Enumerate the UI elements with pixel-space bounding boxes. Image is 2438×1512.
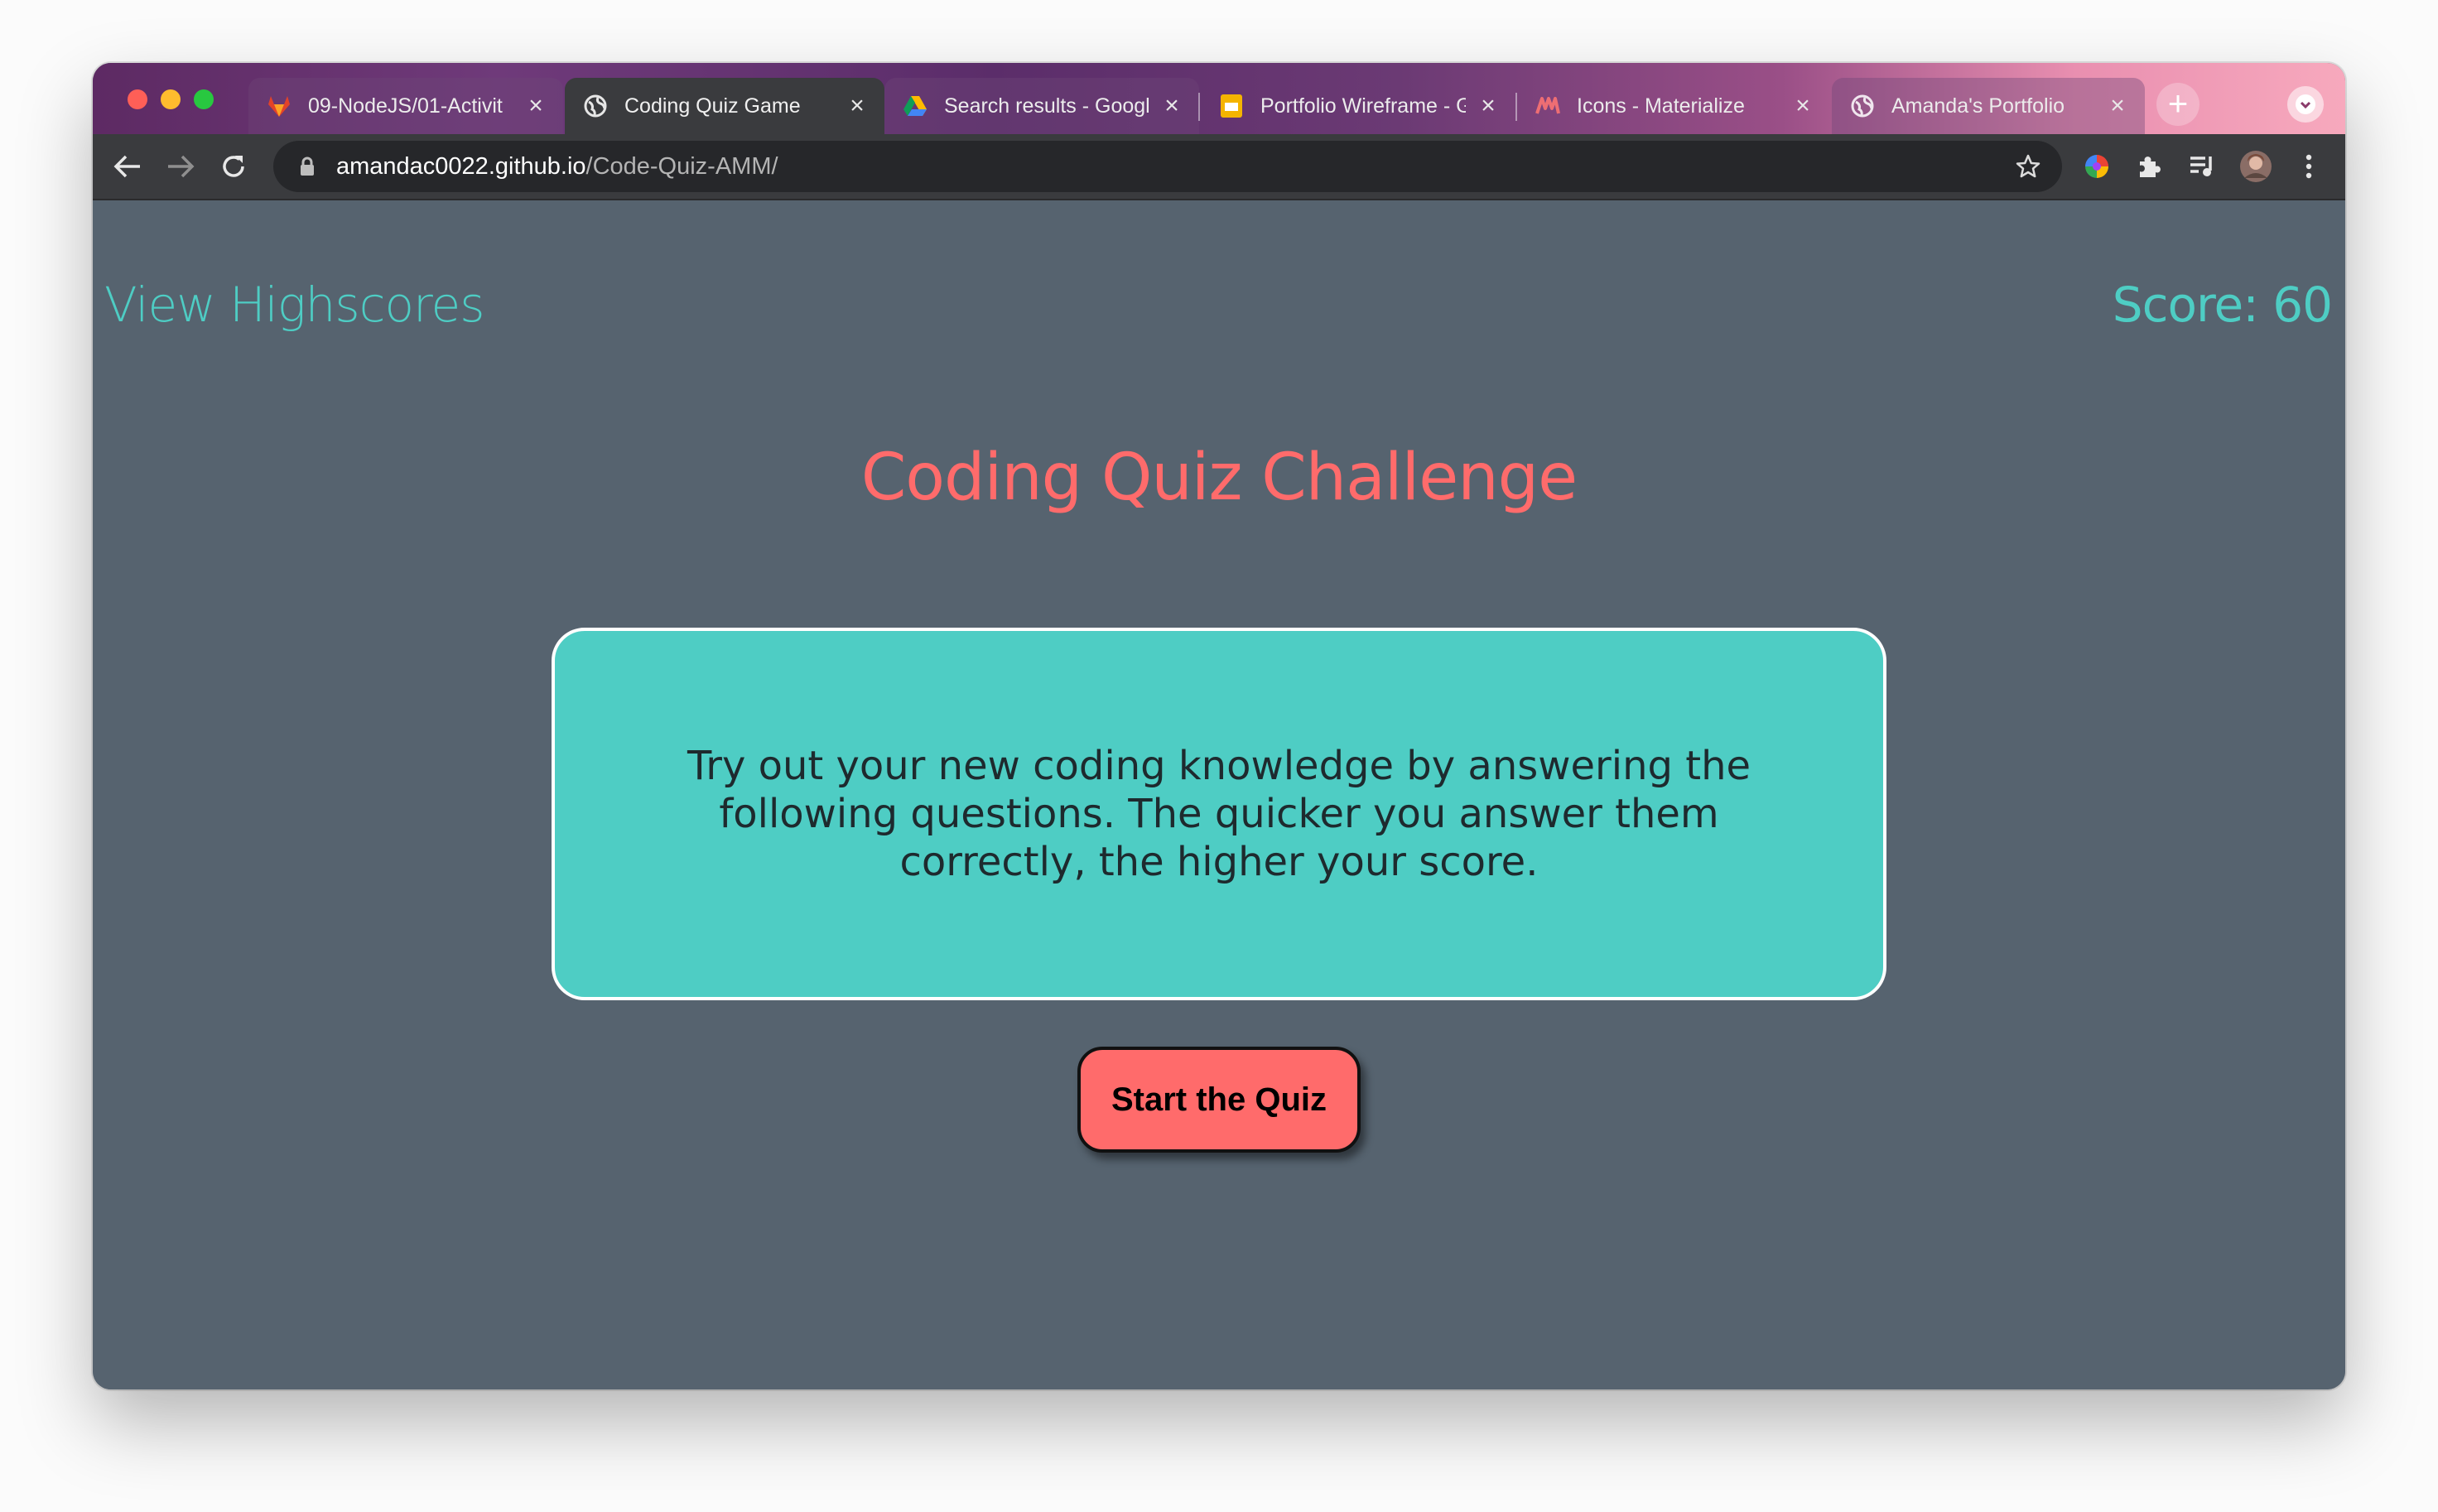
tab-coding-quiz[interactable]: Coding Quiz Game × [565, 78, 884, 134]
tab-title: Search results - Googl [944, 94, 1149, 118]
media-control-button[interactable] [2181, 145, 2224, 188]
materialize-icon [1535, 94, 1560, 118]
tab-search-button[interactable] [2287, 86, 2324, 123]
color-extension-button[interactable] [2075, 145, 2118, 188]
maximize-window-button[interactable] [194, 89, 214, 109]
view-highscores-link[interactable]: View Highscores [104, 277, 484, 333]
intro-text: Try out your new coding knowledge by ans… [687, 743, 1751, 885]
browser-window: 09-NodeJS/01-Activit × Coding Quiz Game … [93, 63, 2345, 1389]
puzzle-icon [2140, 156, 2161, 177]
avatar [2240, 151, 2272, 182]
forward-button[interactable] [159, 145, 202, 188]
tab-title: 09-NodeJS/01-Activit [308, 94, 503, 118]
tab-gitlab[interactable]: 09-NodeJS/01-Activit × [248, 78, 563, 134]
minimize-window-button[interactable] [161, 89, 181, 109]
start-quiz-button[interactable]: Start the Quiz [1077, 1047, 1361, 1153]
tab-title: Coding Quiz Game [624, 94, 801, 118]
tab-separator [1198, 93, 1200, 121]
more-vertical-icon [2306, 154, 2312, 179]
browser-menu-button[interactable] [2287, 145, 2330, 188]
url-path: /Code-Quiz-AMM/ [585, 152, 778, 180]
close-icon[interactable]: × [1476, 94, 1501, 118]
close-icon[interactable]: × [1790, 94, 1815, 118]
extensions-button[interactable] [2128, 145, 2171, 188]
chevron-down-icon [2296, 94, 2315, 114]
arrow-left-icon [113, 155, 140, 178]
profile-avatar-button[interactable] [2234, 145, 2277, 188]
tab-google-drive[interactable]: Search results - Googl × [884, 78, 1199, 134]
close-icon[interactable]: × [1159, 94, 1184, 118]
google-slides-icon [1219, 94, 1244, 118]
color-wheel-icon [2085, 155, 2108, 178]
globe-icon [1850, 94, 1875, 118]
tab-title: Icons - Materialize [1577, 94, 1745, 118]
tab-portfolio-wireframe[interactable]: Portfolio Wireframe - G × [1201, 78, 1515, 134]
url-text[interactable]: amandac0022.github.io/Code-Quiz-AMM/ [336, 153, 778, 181]
reload-icon [223, 156, 244, 177]
browser-toolbar: amandac0022.github.io/Code-Quiz-AMM/ [93, 134, 2345, 200]
url-host: amandac0022.github.io [336, 152, 586, 180]
playlist-icon [2190, 156, 2212, 176]
intro-card: Try out your new coding knowledge by ans… [552, 628, 1886, 1000]
tab-amandas-portfolio[interactable]: Amanda's Portfolio × [1832, 78, 2145, 134]
close-icon[interactable]: × [845, 94, 870, 118]
globe-icon [583, 94, 608, 118]
bookmark-star-icon[interactable] [2012, 151, 2044, 182]
arrow-right-icon [168, 155, 195, 178]
gitlab-icon [267, 94, 292, 118]
new-tab-button[interactable]: + [2156, 83, 2200, 126]
back-button[interactable] [106, 145, 149, 188]
page-content: View Highscores Score: 60 Coding Quiz Ch… [93, 200, 2345, 1389]
tab-title: Portfolio Wireframe - G [1260, 94, 1466, 118]
reload-button[interactable] [212, 145, 255, 188]
score-display: Score: 60 [2112, 277, 2333, 333]
close-window-button[interactable] [128, 89, 147, 109]
tab-strip: 09-NodeJS/01-Activit × Coding Quiz Game … [93, 63, 2345, 134]
close-icon[interactable]: × [2105, 94, 2130, 118]
google-drive-icon [903, 94, 928, 118]
page-title: Coding Quiz Challenge [860, 441, 1578, 515]
tab-title: Amanda's Portfolio [1891, 94, 2065, 118]
close-icon[interactable]: × [523, 94, 548, 118]
lock-icon[interactable] [293, 152, 321, 181]
address-bar[interactable]: amandac0022.github.io/Code-Quiz-AMM/ [273, 141, 2062, 192]
tab-materialize[interactable]: Icons - Materialize × [1517, 78, 1830, 134]
